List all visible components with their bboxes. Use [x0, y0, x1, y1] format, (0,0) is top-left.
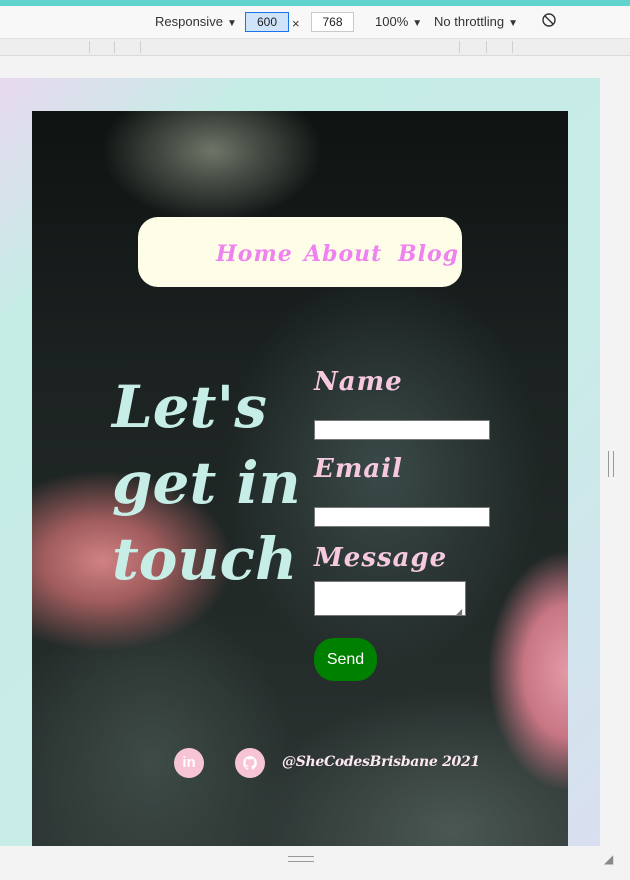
github-icon[interactable] — [235, 748, 265, 778]
message-textarea[interactable] — [314, 581, 466, 616]
zoom-label: 100% — [375, 14, 409, 29]
viewport-height-resize-handle[interactable] — [288, 856, 314, 862]
textarea-resize-icon[interactable]: ◢ — [456, 607, 462, 616]
linkedin-icon[interactable]: in — [174, 748, 204, 778]
corner-resize-icon[interactable]: ◢ — [604, 852, 613, 866]
dimension-separator: × — [292, 16, 300, 31]
footer-handle[interactable]: @SheCodesBrisbane 2021 — [282, 754, 480, 770]
zoom-dropdown[interactable]: 100% ▼ — [375, 14, 422, 29]
headline-line-3: touch — [112, 525, 298, 593]
navbar: Home About Blog — [138, 217, 462, 287]
media-query-ruler[interactable] — [0, 39, 630, 56]
chevron-down-icon: ▼ — [412, 18, 423, 29]
bottom-resize-area — [0, 846, 630, 880]
nav-link-about[interactable]: About — [304, 241, 382, 267]
page-headline: Let's get in touch — [112, 369, 312, 597]
headline-line-2: get in — [112, 449, 301, 517]
device-mode-dropdown[interactable]: Responsive ▼ — [155, 14, 237, 29]
send-button[interactable]: Send — [314, 638, 377, 681]
email-label: Email — [314, 454, 403, 484]
page-viewport: Home About Blog Let's get in touch Name … — [0, 78, 600, 846]
message-label: Message — [314, 543, 448, 573]
name-label: Name — [314, 367, 403, 397]
viewport-width-resize-handle[interactable] — [608, 451, 614, 477]
email-field[interactable] — [314, 507, 490, 527]
chevron-down-icon: ▼ — [508, 18, 518, 29]
name-field[interactable] — [314, 420, 490, 440]
viewport-height-input[interactable]: 768 — [311, 12, 354, 32]
throttling-label: No throttling — [434, 14, 505, 29]
chevron-down-icon: ▼ — [226, 18, 237, 29]
throttling-dropdown[interactable]: No throttling ▼ — [434, 14, 518, 29]
rotate-icon[interactable] — [541, 12, 557, 31]
contact-page-background: Home About Blog Let's get in touch Name … — [32, 111, 568, 846]
nav-link-blog[interactable]: Blog — [398, 241, 459, 267]
device-mode-label: Responsive — [155, 14, 223, 29]
nav-link-home[interactable]: Home — [216, 241, 293, 267]
viewport-width-input[interactable]: 600 — [245, 12, 289, 32]
device-toolbar: Responsive ▼ 600 × 768 100% ▼ No throttlin… — [0, 6, 630, 39]
headline-line-1: Let's — [112, 373, 267, 441]
github-glyph — [243, 756, 257, 770]
